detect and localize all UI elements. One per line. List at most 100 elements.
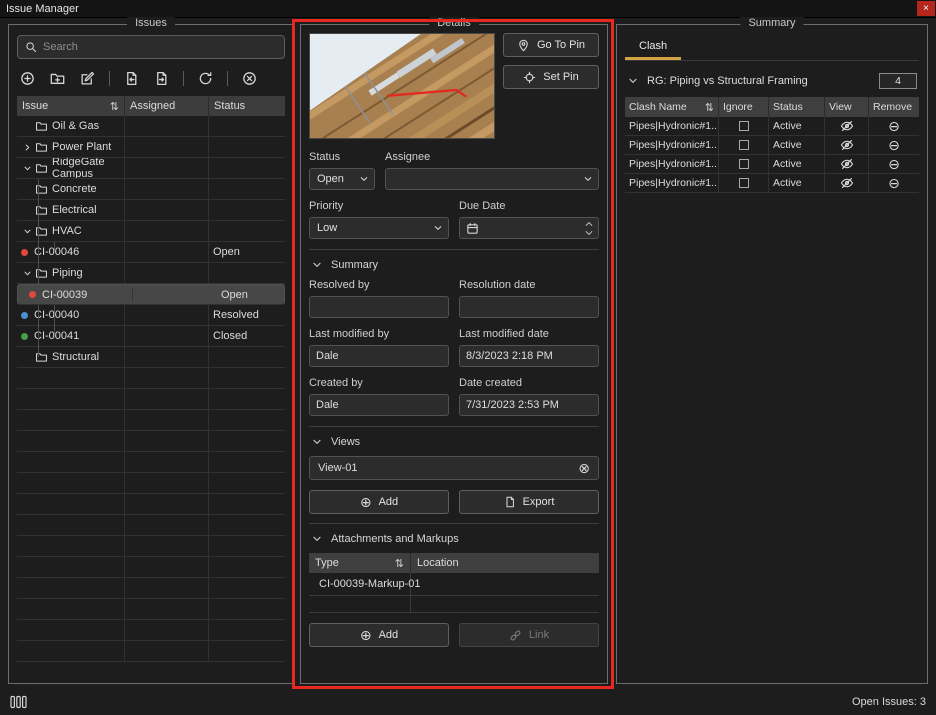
ignore-checkbox[interactable] <box>739 159 749 169</box>
ignore-checkbox[interactable] <box>739 178 749 188</box>
expander-expanded-icon[interactable] <box>21 163 34 174</box>
column-header-ignore[interactable]: Ignore <box>719 97 769 117</box>
ignore-checkbox[interactable] <box>739 140 749 150</box>
folder-icon <box>35 267 48 279</box>
set-pin-button[interactable]: Set Pin <box>503 65 599 89</box>
eye-slash-icon[interactable] <box>840 176 854 190</box>
sort-icon[interactable]: ⇅ <box>110 100 119 113</box>
add-issue-button[interactable] <box>19 70 36 87</box>
issue-tree-row-structural[interactable]: Structural <box>17 347 285 368</box>
export-issues-button[interactable] <box>153 70 170 87</box>
resolution-date-label: Resolution date <box>459 279 599 291</box>
column-header-assigned[interactable]: Assigned <box>125 96 209 116</box>
issues-toolbar <box>9 65 293 94</box>
export-view-button[interactable]: Export <box>459 490 599 514</box>
issue-snapshot-image <box>309 33 495 139</box>
remove-view-icon[interactable]: ⊗ <box>578 461 590 475</box>
tab-clash[interactable]: Clash <box>625 37 681 60</box>
issue-row-ci-00039-selected[interactable]: CI-00039 Open <box>17 284 285 305</box>
spinner-up-icon[interactable] <box>584 221 594 227</box>
due-date-picker[interactable] <box>459 217 599 239</box>
search-input[interactable] <box>43 41 277 53</box>
issue-tree-row-piping[interactable]: Piping <box>17 263 285 284</box>
issue-tree-row-ridgegate[interactable]: RidgeGate Campus <box>17 158 285 179</box>
issue-status: Closed <box>213 330 247 342</box>
date-spinner[interactable] <box>584 221 594 236</box>
last-modified-date-field[interactable] <box>459 345 599 367</box>
row-label: CI-00046 <box>34 246 79 258</box>
date-created-field[interactable] <box>459 394 599 416</box>
issue-row-ci-00040[interactable]: CI-00040 Resolved <box>17 305 285 326</box>
column-header-view[interactable]: View <box>825 97 869 117</box>
summary-section-header[interactable]: Summary <box>311 259 599 271</box>
column-header-issue[interactable]: Issue⇅ <box>17 96 125 116</box>
eye-slash-icon[interactable] <box>840 119 854 133</box>
edit-issue-button[interactable] <box>79 70 96 87</box>
eye-slash-icon[interactable] <box>840 157 854 171</box>
issue-row-ci-00041[interactable]: CI-00041 Closed <box>17 326 285 347</box>
issue-tree-row-power-plant[interactable]: Power Plant <box>17 137 285 158</box>
issue-tree-row-concrete[interactable]: Concrete <box>17 179 285 200</box>
views-section-header[interactable]: Views <box>311 436 599 448</box>
clash-group-header[interactable]: RG: Piping vs Structural Framing 4 <box>625 69 919 93</box>
column-header-remove[interactable]: Remove <box>869 97 919 117</box>
assignee-select[interactable] <box>385 168 599 190</box>
add-folder-button[interactable] <box>49 70 66 87</box>
priority-select[interactable]: Low <box>309 217 449 239</box>
view-item[interactable]: View-01 ⊗ <box>309 456 599 480</box>
column-header-status[interactable]: Status <box>769 97 825 117</box>
ignore-checkbox[interactable] <box>739 121 749 131</box>
remove-clash-icon[interactable]: ⊖ <box>888 138 900 152</box>
panel-layout-icon[interactable] <box>10 695 27 709</box>
import-issues-button[interactable] <box>123 70 140 87</box>
column-header-location[interactable]: Location <box>411 553 599 573</box>
issue-row-ci-00046[interactable]: CI-00046 Open <box>17 242 285 263</box>
sort-icon[interactable]: ⇅ <box>395 557 404 570</box>
column-header-type[interactable]: Type⇅ <box>309 553 411 573</box>
expander-expanded-icon[interactable] <box>21 268 34 279</box>
clash-row[interactable]: Pipes|Hydronic#1... Active ⊖ <box>625 136 919 155</box>
remove-clash-icon[interactable]: ⊖ <box>888 119 900 133</box>
column-header-status[interactable]: Status <box>209 96 285 116</box>
attachment-row[interactable]: CI-00039-Markup-01 <box>309 573 599 596</box>
search-box[interactable] <box>17 35 285 59</box>
go-to-pin-button[interactable]: Go To Pin <box>503 33 599 57</box>
add-view-button[interactable]: ⊕Add <box>309 490 449 514</box>
remove-clash-icon[interactable]: ⊖ <box>888 157 900 171</box>
assignee-label: Assignee <box>385 151 599 163</box>
sort-icon[interactable]: ⇅ <box>705 101 714 114</box>
clash-row[interactable]: Pipes|Hydronic#1... Active ⊖ <box>625 117 919 136</box>
issue-tree-row-hvac[interactable]: HVAC <box>17 221 285 242</box>
folder-icon <box>35 183 48 195</box>
last-modified-by-label: Last modified by <box>309 328 449 340</box>
circle-plus-icon: ⊕ <box>360 495 372 509</box>
attachment-row-empty <box>309 596 599 613</box>
issue-status-dot-resolved <box>21 312 28 319</box>
resolved-by-field[interactable] <box>309 296 449 318</box>
close-button[interactable]: × <box>917 1 935 16</box>
clash-row[interactable]: Pipes|Hydronic#1... Active ⊖ <box>625 155 919 174</box>
eye-slash-icon[interactable] <box>840 138 854 152</box>
resolution-date-field[interactable] <box>459 296 599 318</box>
attachments-section-header[interactable]: Attachments and Markups <box>311 533 599 545</box>
issue-tree-row-electrical[interactable]: Electrical <box>17 200 285 221</box>
status-select[interactable]: Open <box>309 168 375 190</box>
chevron-down-icon <box>311 533 323 545</box>
clash-name: Pipes|Hydronic#1... <box>629 177 719 189</box>
clash-status: Active <box>773 158 802 170</box>
remove-clash-icon[interactable]: ⊖ <box>888 176 900 190</box>
row-label: RidgeGate Campus <box>52 158 120 178</box>
add-attachment-button[interactable]: ⊕Add <box>309 623 449 647</box>
expander-expanded-icon[interactable] <box>21 226 34 237</box>
issue-tree-row-oil-gas[interactable]: Oil & Gas <box>17 116 285 137</box>
clash-row[interactable]: Pipes|Hydronic#1... Active ⊖ <box>625 174 919 193</box>
last-modified-by-field[interactable] <box>309 345 449 367</box>
spinner-down-icon[interactable] <box>584 230 594 236</box>
refresh-button[interactable] <box>197 70 214 87</box>
created-by-field[interactable] <box>309 394 449 416</box>
expander-collapsed-icon[interactable] <box>21 142 34 153</box>
row-label: CI-00041 <box>34 330 79 342</box>
clear-filter-button[interactable] <box>241 70 258 87</box>
column-header-clash-name[interactable]: Clash Name⇅ <box>625 97 719 117</box>
link-attachment-button[interactable]: Link <box>459 623 599 647</box>
